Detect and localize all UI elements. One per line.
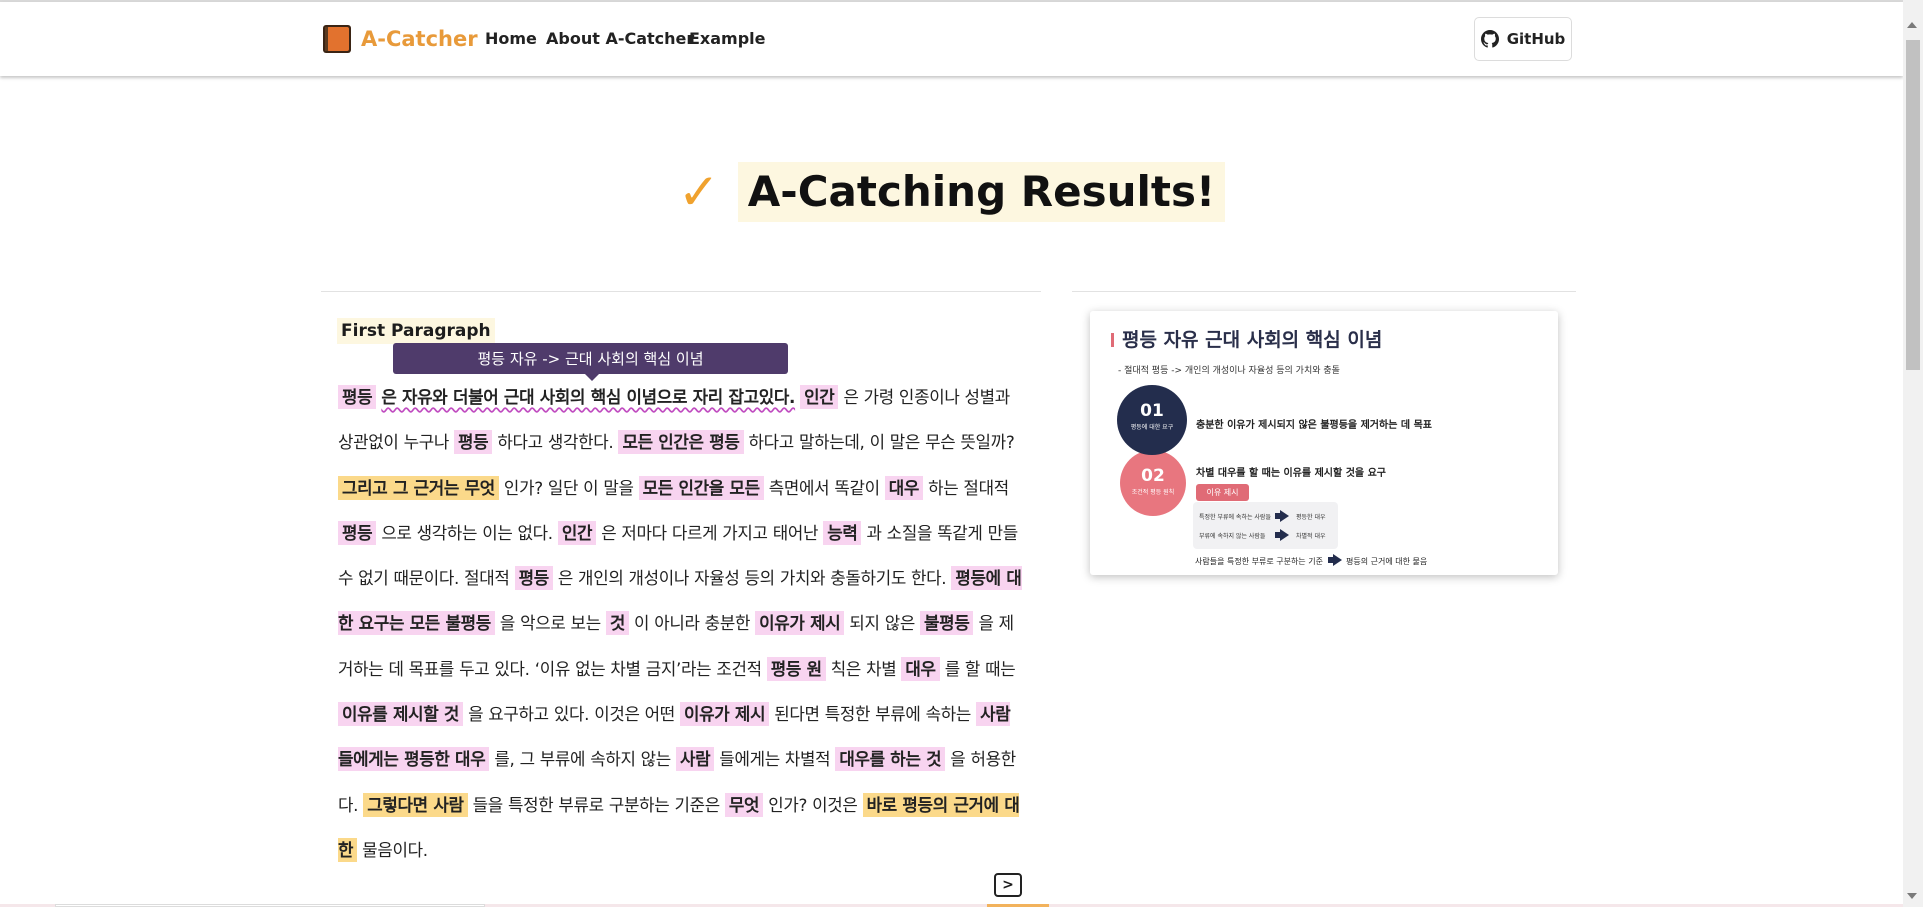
text-segment: 된다면 특정한 부류에 속하는 — [769, 704, 977, 725]
reason-badge: 이유 제시 — [1196, 484, 1249, 501]
keyword-highlight[interactable]: 평등 — [514, 566, 553, 591]
text-segment: 하는 절대적 — [923, 477, 1009, 498]
slide-subtitle: - 절대적 평등 -> 개인의 개성이나 자율성 등의 가치와 충돌 — [1118, 366, 1340, 376]
github-icon — [1480, 30, 1499, 48]
page-title: A-Catching Results! — [737, 162, 1226, 222]
slide-summary-card: 평등 자유 근대 사회의 핵심 이념 - 절대적 평등 -> 개인의 개성이나 … — [1090, 311, 1558, 575]
book-logo-icon[interactable] — [322, 24, 352, 54]
text-segment: 를 할 때는 — [939, 658, 1016, 679]
keyword-highlight[interactable]: 그리고 그 근거는 무엇 — [338, 475, 499, 500]
text-segment: 을 요구하고 있다. 이것은 어떤 — [463, 704, 680, 725]
keyword-highlight[interactable]: 모든 인간은 평등 — [618, 430, 744, 455]
paragraph-label: First Paragraph — [337, 318, 495, 344]
keyword-highlight[interactable]: 인간 — [557, 520, 597, 545]
text-segment: 칙은 차별 — [825, 658, 902, 679]
slide-item-2-number: 02 — [1141, 466, 1165, 486]
keyword-highlight[interactable]: 대우를 하는 것 — [835, 747, 946, 772]
compare-box: 특정한 부류에 속하는 사람들 평등한 대우 부류에 속하지 않는 사람들 차별… — [1193, 502, 1338, 549]
keyword-highlight[interactable]: 대우 — [901, 656, 940, 681]
arrow-right-icon — [1333, 554, 1342, 566]
text-segment: 하다고 말하는데, 이 말은 무슨 뜻일까? — [743, 432, 1015, 453]
arrow-right-icon — [1280, 510, 1289, 522]
github-label: GitHub — [1506, 30, 1566, 48]
summary-sentence[interactable]: 은 자유와 더불어 근대 사회의 핵심 이념으로 자리 잡고있다. — [381, 387, 795, 407]
text-segment: 인가? 이것은 — [763, 794, 863, 815]
keyword-highlight[interactable]: 무엇 — [724, 792, 764, 817]
text-segment: 되지 않은 — [844, 613, 921, 634]
text-segment: 은 개인의 개성이나 자율성 등의 가치와 충돌하기도 한다. — [552, 568, 952, 589]
left-divider — [321, 291, 1041, 292]
keyword-highlight[interactable]: 평등 — [454, 430, 493, 455]
paragraph-text: 평등 은 자유와 더불어 근대 사회의 핵심 이념으로 자리 잡고있다. 인간 … — [338, 375, 1022, 873]
keyword-highlight[interactable]: 평등 — [338, 385, 377, 409]
arrow-right-icon — [1280, 529, 1289, 541]
nav-about[interactable]: About A-Catcher — [546, 28, 694, 50]
keyword-highlight[interactable]: 이유를 제시할 것 — [338, 702, 464, 727]
slide-title-accent — [1111, 333, 1114, 347]
text-segment: 이 아니라 충분한 — [629, 613, 756, 634]
brand-name[interactable]: A-Catcher — [361, 24, 478, 54]
keyword-highlight[interactable]: 불평등 — [920, 611, 974, 636]
navbar: A-Catcher Home About A-Catcher Example G… — [0, 2, 1903, 76]
text-segment: 를, 그 부류에 속하지 않는 — [489, 749, 676, 770]
text-segment: 측면에서 똑같이 — [763, 477, 885, 498]
checkmark-icon: ✓ — [677, 163, 720, 221]
slide-item-2-text: 차별 대우를 할 때는 이유를 제시할 것을 요구 — [1196, 468, 1386, 479]
scroll-down-arrow-icon[interactable] — [1907, 893, 1917, 899]
text-segment: 물음이다. — [357, 839, 428, 860]
compare-right-2: 차별적 대우 — [1296, 533, 1326, 540]
github-button[interactable]: GitHub — [1474, 17, 1572, 61]
keyword-highlight[interactable]: 대우 — [884, 475, 924, 500]
keyword-highlight[interactable]: 인간 — [800, 385, 839, 409]
keyword-highlight[interactable]: 능력 — [823, 520, 862, 545]
text-segment: 으로 생각하는 이는 없다. — [376, 522, 558, 543]
next-paragraph-button[interactable]: > — [994, 873, 1022, 897]
text-segment: 들에게는 차별적 — [714, 749, 836, 770]
keyword-highlight[interactable]: 모든 인간을 모든 — [638, 475, 764, 500]
nav-example[interactable]: Example — [689, 28, 766, 50]
slide-item-1-circle: 01 평등에 대한 요구 — [1117, 385, 1187, 455]
results-header: ✓ A-Catching Results! — [0, 160, 1903, 224]
slide-item-1-text: 충분한 이유가 제시되지 않은 불평등을 제거하는 데 목표 — [1196, 420, 1432, 431]
keyword-highlight[interactable]: 이유가 제시 — [755, 611, 845, 636]
right-divider — [1072, 291, 1576, 292]
text-segment: 은 저마다 다르게 가지고 태어난 — [596, 522, 824, 543]
keyword-highlight[interactable]: 평등 원 — [766, 656, 826, 681]
keyword-highlight[interactable]: 이유가 제시 — [679, 702, 770, 727]
keyword-highlight[interactable]: 평등 — [338, 520, 377, 545]
summary-tooltip: 평등 자유 -> 근대 사회의 핵심 이념 — [393, 343, 788, 374]
text-segment: 을 악으로 보는 — [494, 613, 606, 634]
text-segment: 들을 특정한 부류로 구분하는 기준은 — [467, 794, 725, 815]
text-segment: 인가? 일단 이 말을 — [498, 477, 639, 498]
compare-left-1: 특정한 부류에 속하는 사람들 — [1199, 514, 1271, 521]
slide-title: 평등 자유 근대 사회의 핵심 이념 — [1122, 329, 1383, 351]
slide-bottom-left: 사람들을 특정한 부류로 구분하는 기준 — [1195, 557, 1323, 566]
slide-item-1-number: 01 — [1140, 401, 1164, 421]
compare-right-1: 평등한 대우 — [1296, 514, 1326, 521]
nav-home[interactable]: Home — [485, 28, 537, 50]
slide-bottom-right: 평등의 근거에 대한 물음 — [1346, 557, 1428, 566]
text-segment: 하다고 생각한다. — [492, 432, 619, 453]
chevron-right-icon: > — [1002, 877, 1014, 893]
slide-item-2-caption: 조건적 평등 원칙 — [1131, 489, 1175, 496]
slide-item-2-circle: 02 조건적 평등 원칙 — [1120, 450, 1186, 516]
compare-left-2: 부류에 속하지 않는 사람들 — [1199, 533, 1266, 540]
slide-item-1-caption: 평등에 대한 요구 — [1130, 424, 1174, 431]
scrollbar-thumb[interactable] — [1906, 40, 1920, 370]
keyword-highlight[interactable]: 것 — [605, 611, 630, 636]
keyword-highlight[interactable]: 그렇다면 사람 — [363, 792, 468, 817]
keyword-highlight[interactable]: 사람 — [675, 747, 715, 772]
scroll-up-arrow-icon[interactable] — [1907, 22, 1917, 28]
